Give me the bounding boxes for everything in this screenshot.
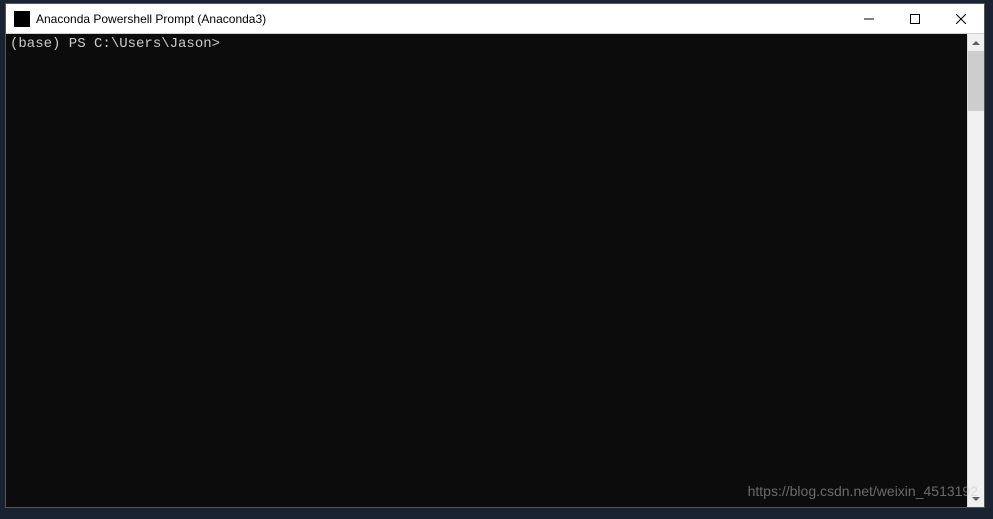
chevron-down-icon — [972, 497, 980, 501]
terminal-area: (base) PS C:\Users\Jason> — [6, 34, 984, 507]
vertical-scrollbar[interactable] — [967, 34, 984, 507]
chevron-up-icon — [972, 41, 980, 45]
maximize-button[interactable] — [892, 4, 938, 33]
prompt-line: (base) PS C:\Users\Jason> — [10, 36, 963, 52]
terminal-window: Anaconda Powershell Prompt (Anaconda3) (… — [5, 3, 985, 508]
maximize-icon — [910, 14, 920, 24]
titlebar[interactable]: Anaconda Powershell Prompt (Anaconda3) — [6, 4, 984, 34]
scroll-up-button[interactable] — [968, 34, 984, 51]
scroll-thumb[interactable] — [968, 51, 984, 111]
scroll-down-button[interactable] — [968, 490, 984, 507]
minimize-icon — [864, 14, 874, 24]
terminal-content[interactable]: (base) PS C:\Users\Jason> — [6, 34, 967, 507]
close-button[interactable] — [938, 4, 984, 33]
window-title: Anaconda Powershell Prompt (Anaconda3) — [36, 4, 846, 34]
app-icon — [14, 11, 30, 27]
close-icon — [956, 14, 966, 24]
minimize-button[interactable] — [846, 4, 892, 33]
window-controls — [846, 4, 984, 33]
